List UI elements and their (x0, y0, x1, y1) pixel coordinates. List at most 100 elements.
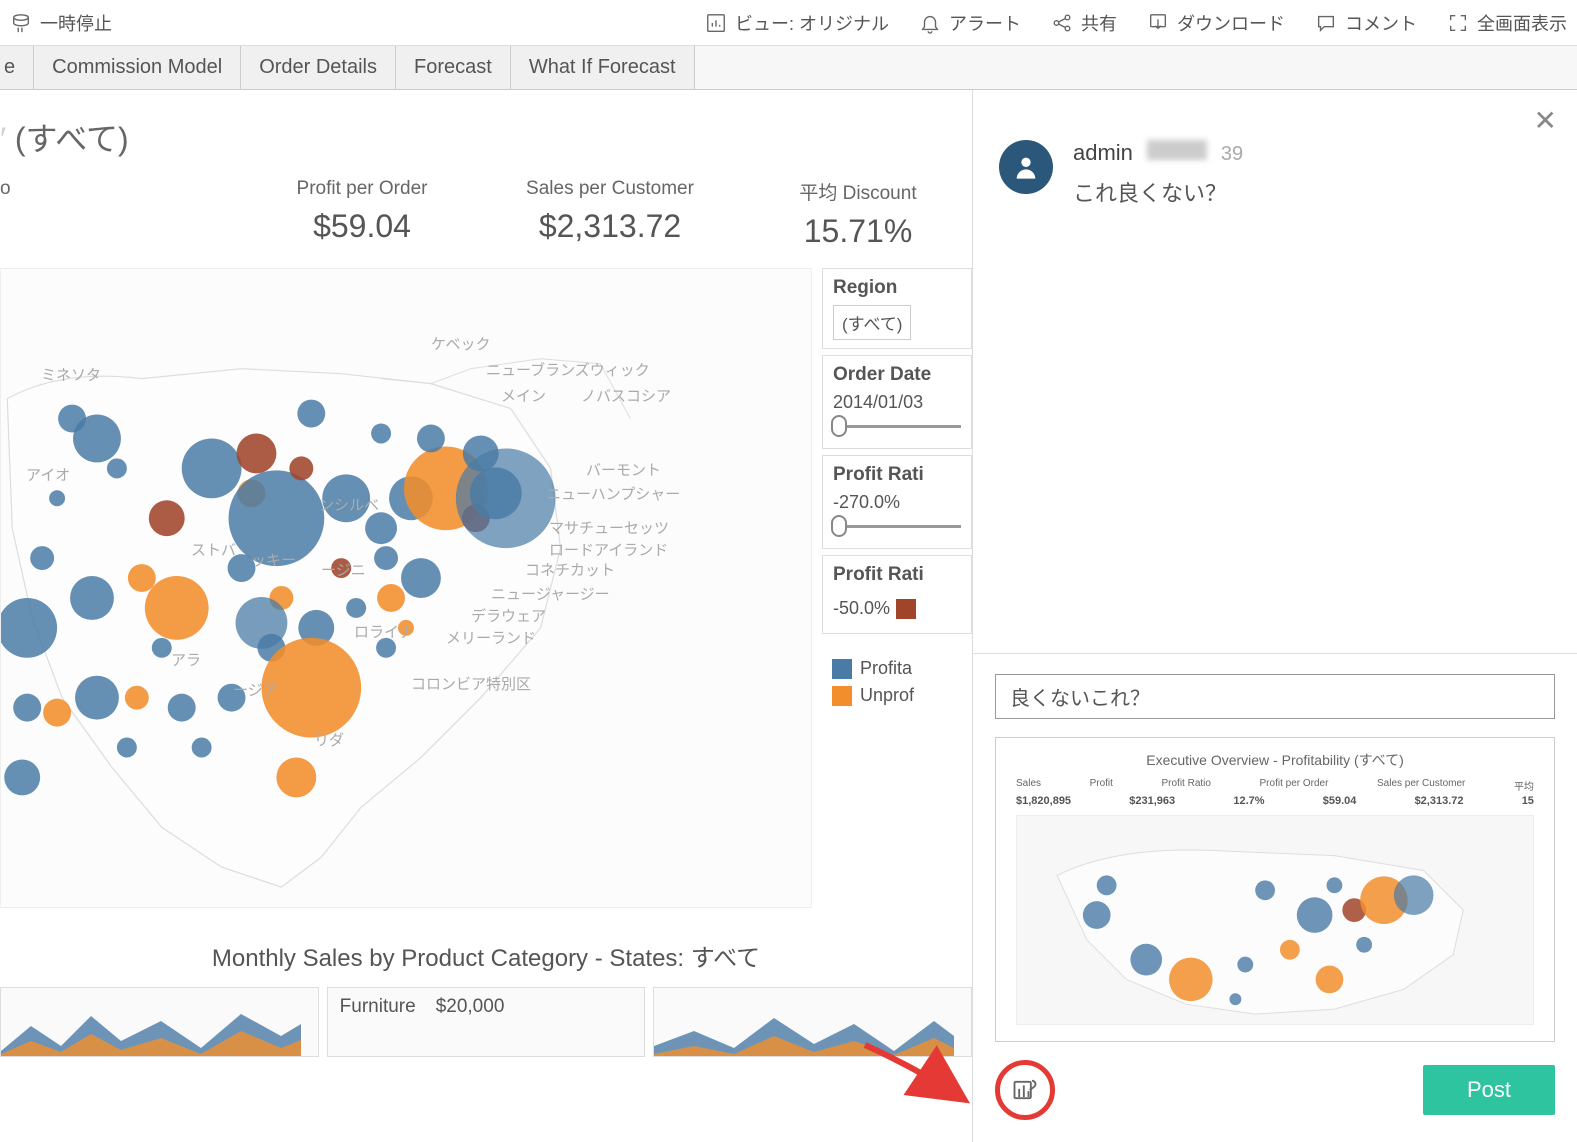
profit-ratio-value: -270.0% (833, 492, 961, 513)
map-label: ージア (233, 679, 278, 700)
comment-compose: Executive Overview - Profitability (すべて)… (973, 653, 1577, 1142)
map-label: アイオ (26, 464, 70, 485)
tab-bar: e Commission Model Order Details Forecas… (0, 46, 1577, 90)
comment-button[interactable]: コメント (1315, 10, 1417, 36)
share-button[interactable]: 共有 (1051, 10, 1117, 36)
kpi-avg-discount: 平均 Discount 15.71% (744, 178, 972, 250)
kpi-row: o Profit per Order $59.04 Sales per Cust… (0, 178, 972, 268)
download-icon (1147, 12, 1169, 34)
dashboard-title: ′ (すべて) (0, 90, 972, 178)
comment-time: 39 (1221, 143, 1243, 166)
alert-button[interactable]: アラート (919, 10, 1021, 36)
download-label: ダウンロード (1177, 10, 1285, 36)
map-label: メリーランド (446, 627, 536, 648)
comment-input[interactable] (995, 674, 1555, 719)
legend-swatch-blue (832, 659, 852, 679)
filters-column: Region (すべて) Order Date 2014/01/03 Profi… (822, 268, 972, 908)
map-label: バーモント (586, 459, 661, 480)
region-filter: Region (すべて) (822, 268, 972, 349)
order-date-filter: Order Date 2014/01/03 (822, 355, 972, 449)
map-label: ストバ (191, 539, 236, 560)
fullscreen-icon (1447, 12, 1469, 34)
tab-whatif-forecast[interactable]: What If Forecast (511, 46, 695, 89)
fullscreen-label: 全画面表示 (1477, 10, 1567, 36)
monthly-cell-furniture[interactable]: Furniture $20,000 (327, 987, 646, 1057)
share-icon (1051, 12, 1073, 34)
kpi-value: 15.71% (744, 213, 972, 250)
map-label: ージニ (321, 559, 366, 580)
kpi-label: o (0, 178, 228, 200)
region-select[interactable]: (すべて) (833, 305, 911, 340)
map-label: ノバスコシア (581, 385, 671, 406)
avatar (999, 140, 1053, 194)
monthly-value: $20,000 (436, 996, 505, 1018)
map-label: コロンビア特別区 (411, 673, 531, 694)
snapshot-title: Executive Overview - Profitability (すべて) (1016, 750, 1534, 770)
profit-ratio-slider[interactable] (833, 525, 961, 528)
filter-label: Profit Rati (833, 464, 961, 486)
map-label: ンシルベ (319, 494, 379, 515)
attach-snapshot-button[interactable] (995, 1060, 1055, 1120)
snapshot-map (1016, 815, 1534, 1025)
map-label: ミネソタ (41, 364, 101, 385)
legend: Profita Unprof (822, 640, 972, 714)
comment-text: これ良くない？ (1073, 176, 1551, 208)
comment-label: コメント (1345, 10, 1417, 36)
snapshot-attach-icon (1011, 1076, 1039, 1104)
pause-button[interactable]: 一時停止 (10, 10, 112, 36)
map-label: アラ (171, 649, 201, 670)
post-button[interactable]: Post (1423, 1065, 1555, 1115)
kpi-label: Profit per Order (248, 178, 476, 200)
monthly-cell-0[interactable] (0, 987, 319, 1057)
map-label: メイン (501, 385, 546, 406)
bell-icon (919, 12, 941, 34)
kpi-label: 平均 Discount (744, 178, 972, 205)
sparkline-icon (1, 1006, 301, 1056)
tab-commission-model[interactable]: Commission Model (34, 46, 241, 89)
tab-order-details[interactable]: Order Details (241, 46, 396, 89)
kpi-label: Sales per Customer (496, 178, 724, 200)
tab-forecast[interactable]: Forecast (396, 46, 511, 89)
kpi-partial: o (0, 178, 228, 250)
snapshot-preview: Executive Overview - Profitability (すべて)… (995, 737, 1555, 1042)
monthly-sales-title: Monthly Sales by Product Category - Stat… (0, 938, 972, 973)
kpi-profit-per-order: Profit per Order $59.04 (248, 178, 476, 250)
map-label: ニューブランズウィック (486, 359, 650, 380)
comment-author: admin (1073, 140, 1133, 166)
pause-icon (10, 12, 32, 34)
comment-time-blurred (1147, 140, 1207, 160)
snapshot-kpi-values: $1,820,895 $231,963 12.7% $59.04 $2,313.… (1016, 795, 1534, 807)
kpi-value: $59.04 (248, 208, 476, 245)
us-map-svg (1, 269, 811, 907)
fullscreen-button[interactable]: 全画面表示 (1447, 10, 1567, 36)
close-button[interactable]: ✕ (1534, 104, 1557, 137)
view-label: ビュー: オリジナル (735, 10, 889, 36)
kpi-sales-per-customer: Sales per Customer $2,313.72 (496, 178, 724, 250)
filter-label: Region (833, 277, 961, 299)
download-button[interactable]: ダウンロード (1147, 10, 1285, 36)
top-toolbar: 一時停止 ビュー: オリジナル アラート 共有 ダウンロード コメント 全画面表… (0, 0, 1577, 46)
map-label: ッキー (251, 549, 296, 570)
map-label: ニューハンプシャー (546, 483, 680, 504)
pause-label: 一時停止 (40, 10, 112, 36)
filter-label: Profit Rati (833, 564, 961, 586)
map-label: リダ (314, 729, 344, 750)
map-label: マサチューセッツ (549, 517, 669, 538)
map-label: ロライナ (354, 621, 414, 642)
filter-label: Order Date (833, 364, 961, 386)
map-label: ニュージャージー (491, 583, 610, 604)
tab-0[interactable]: e (0, 46, 34, 89)
order-date-slider[interactable] (833, 425, 961, 428)
user-icon (1012, 153, 1040, 181)
monthly-label: Furniture (340, 996, 416, 1018)
legend-swatch-orange (832, 686, 852, 706)
color-swatch (896, 599, 916, 619)
comment-item: admin 39 これ良くない？ (999, 140, 1551, 208)
legend-label: Unprof (860, 685, 914, 706)
monthly-sales-row: Furniture $20,000 (0, 987, 972, 1057)
chart-icon (705, 12, 727, 34)
view-button[interactable]: ビュー: オリジナル (705, 10, 889, 36)
dashboard-area: ′ (すべて) o Profit per Order $59.04 Sales … (0, 90, 972, 1142)
map-chart[interactable]: ミネソタ アイオ ニューブランズウィック メイン ノバスコシア ケベック バーモ… (0, 268, 812, 908)
alert-label: アラート (949, 10, 1021, 36)
